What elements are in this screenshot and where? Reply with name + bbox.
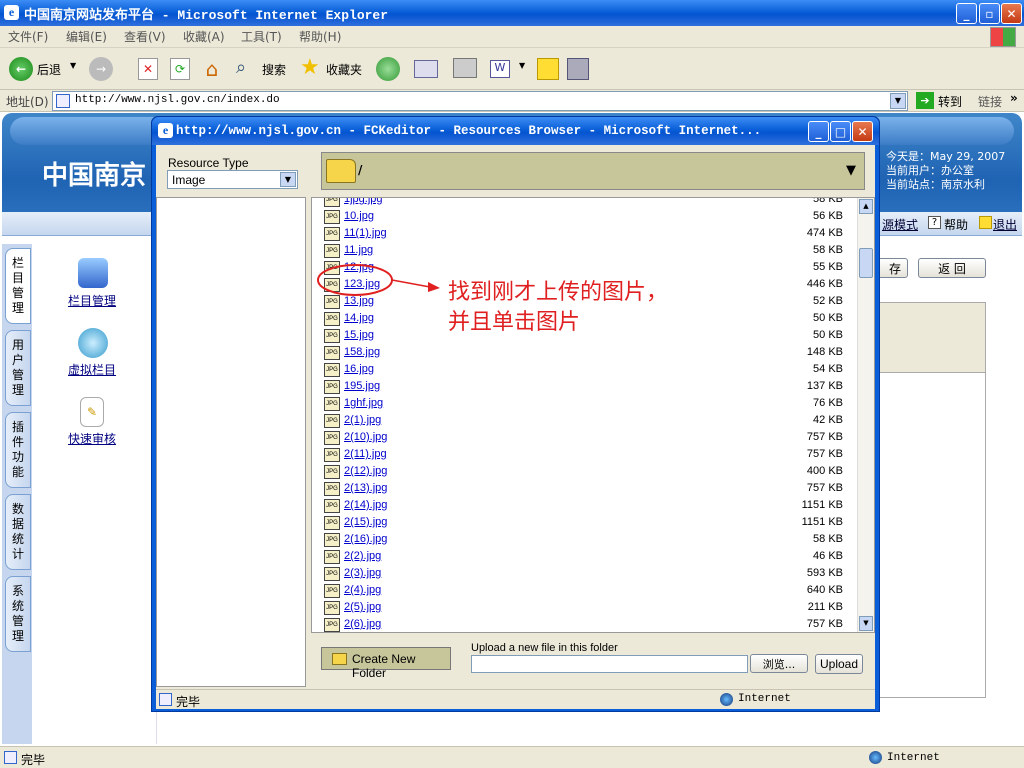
- status-zone-text: Internet: [887, 752, 940, 764]
- highlight-circle: [317, 264, 393, 296]
- annotation-line-1: 找到刚才上传的图片，: [448, 280, 669, 305]
- annotation-text: 找到刚才上传的图片， 并且单击图片: [448, 278, 668, 338]
- annotation-arrow-line: [391, 279, 431, 288]
- annotation-line-2: 并且单击图片: [448, 310, 581, 335]
- status-text: 完毕: [21, 753, 46, 767]
- status-page-icon: [4, 751, 17, 764]
- annotation-arrow-head: [428, 282, 440, 292]
- annotation-overlay: [317, 264, 440, 296]
- status-globe-icon: [869, 751, 882, 764]
- status-bar: 完毕 Internet: [0, 746, 1024, 768]
